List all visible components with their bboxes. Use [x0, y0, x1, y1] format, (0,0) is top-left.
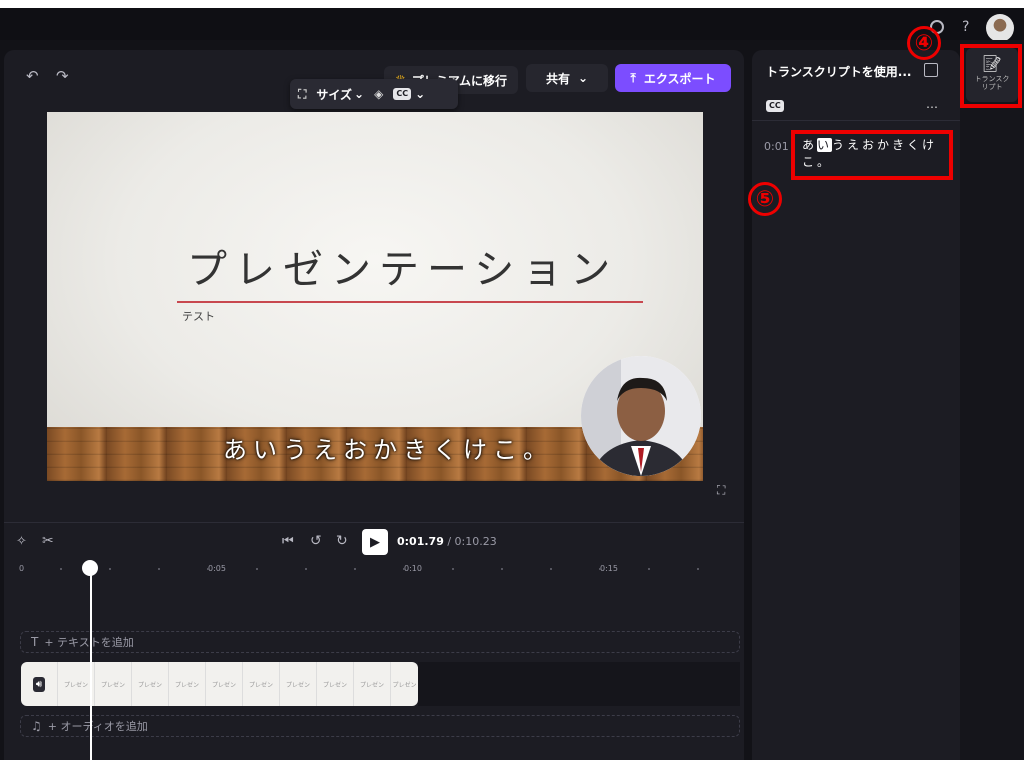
resize-icon[interactable]: ⛶ — [298, 87, 306, 102]
more-options-icon[interactable]: … — [926, 97, 938, 111]
clip-frame: プレゼン — [95, 662, 132, 706]
slide-title: プレゼンテーション — [187, 247, 619, 293]
export-label: エクスポート — [643, 71, 716, 86]
time-display: 0:01.79 / 0:10.23 — [397, 535, 497, 548]
timeline-divider — [4, 522, 744, 523]
user-avatar[interactable] — [986, 14, 1014, 42]
video-caption: あいうえおかきくけこ。 — [223, 436, 553, 464]
undo-icon[interactable]: ↶ — [26, 66, 39, 86]
share-label: 共有 — [545, 71, 570, 86]
title-underline — [177, 301, 643, 303]
presenter-avatar[interactable] — [581, 356, 701, 476]
captions-icon[interactable]: CC — [393, 88, 412, 100]
clip-frame: プレゼン — [317, 662, 354, 706]
play-button[interactable]: ▶ — [362, 529, 388, 555]
video-clip[interactable]: 🔊︎ プレゼン プレゼン プレゼン プレゼン プレゼン プレゼン プレゼン プレ… — [21, 662, 418, 706]
clip-frame: プレゼン — [206, 662, 243, 706]
clip-frame: プレゼン — [280, 662, 317, 706]
annotation-box-transcript — [791, 130, 953, 180]
clip-frame: プレゼン — [243, 662, 280, 706]
fill-icon[interactable]: ◈ — [374, 87, 383, 101]
export-button[interactable]: ⤒ エクスポート — [615, 64, 731, 92]
clip-frame: プレゼン — [169, 662, 206, 706]
share-button[interactable]: 共有 ⌄ — [526, 64, 608, 92]
total-time: / 0:10.23 — [443, 535, 497, 548]
chevron-down-icon: ⌄ — [354, 87, 365, 101]
help-icon[interactable]: ? — [962, 17, 969, 37]
collapse-panel-icon[interactable] — [924, 63, 938, 77]
window-top-edge — [0, 0, 1024, 8]
slide-subtitle: テスト — [182, 310, 215, 323]
clip-frame: プレゼン — [392, 681, 417, 689]
scissors-icon[interactable]: ✂ — [42, 531, 54, 551]
ruler-dots — [60, 568, 740, 570]
add-text-track[interactable]: T + テキストを追加 — [20, 631, 740, 653]
redo-icon[interactable]: ↷ — [56, 66, 69, 86]
clip-track-bg — [418, 662, 740, 706]
fullscreen-icon[interactable]: ⛶ — [717, 480, 725, 500]
captions-icon: CC — [766, 100, 784, 112]
video-preview[interactable]: プレゼンテーション テスト あいうえおかきくけこ。 — [47, 112, 703, 481]
text-icon: T — [31, 635, 39, 649]
chevron-down-icon: ⌄ — [577, 71, 589, 85]
skip-back-icon[interactable]: ⏮ — [282, 532, 294, 552]
forward-5-icon[interactable]: ↻ — [336, 531, 348, 551]
current-time: 0:01.79 — [397, 535, 444, 548]
clip-frame: プレゼン — [354, 662, 391, 706]
play-icon: ▶ — [370, 534, 380, 550]
upload-icon: ⤒ — [630, 70, 636, 85]
panel-divider — [752, 120, 960, 121]
presenter-image — [581, 356, 701, 476]
add-audio-label: + オーディオを追加 — [47, 720, 148, 733]
annotation-box-sidebar — [960, 44, 1022, 108]
chevron-down-icon: ⌄ — [415, 87, 426, 101]
annotation-marker-4: ④ — [907, 26, 941, 60]
size-dropdown[interactable]: サイズ — [316, 86, 352, 103]
magic-icon[interactable]: ✧ — [16, 532, 27, 552]
annotation-marker-5: ⑤ — [748, 182, 782, 216]
playhead-line[interactable] — [90, 570, 92, 760]
right-sidebar — [960, 40, 1024, 760]
ruler-mark-0: 0 — [19, 564, 25, 573]
volume-icon[interactable]: 🔊︎ — [32, 676, 46, 692]
playhead-handle[interactable] — [82, 560, 98, 576]
clip-frame: プレゼン — [132, 662, 169, 706]
transcript-timestamp[interactable]: 0:01 — [764, 140, 789, 153]
music-icon: ♫ — [31, 719, 42, 733]
rewind-5-icon[interactable]: ↺ — [310, 531, 322, 551]
canvas-toolbar: ⛶ サイズ ⌄ ◈ CC ⌄ — [290, 79, 458, 109]
transcript-title: トランスクリプトを使用... — [766, 65, 912, 79]
add-audio-track[interactable]: ♫ + オーディオを追加 — [20, 715, 740, 737]
clip-frame: 🔊︎ — [21, 662, 58, 706]
